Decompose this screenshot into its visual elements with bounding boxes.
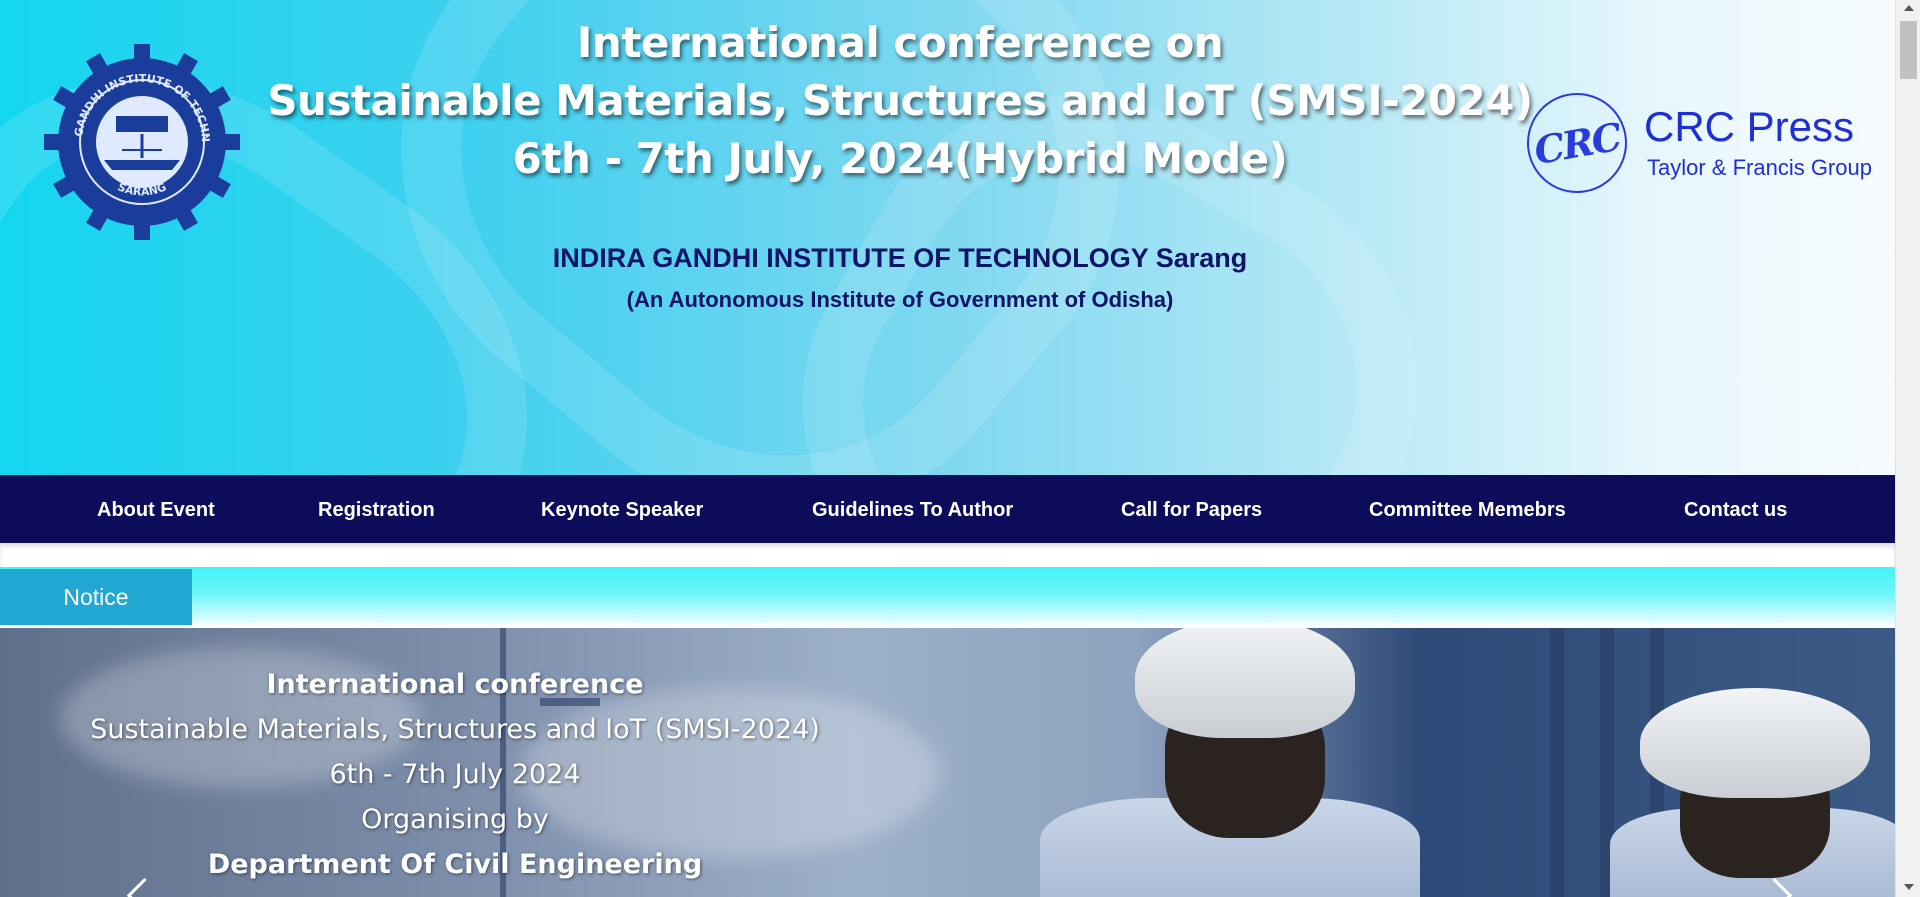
hero-line-4: Organising by <box>361 804 549 835</box>
hero-caption: International conference Sustainable Mat… <box>60 662 850 887</box>
igit-gear-seal-icon: INDIRA GANDHI INSTITUTE OF TECHNOLOGY SA… <box>37 32 240 240</box>
conference-title: International conference on Sustainable … <box>240 14 1560 188</box>
institute-subtitle: (An Autonomous Institute of Government o… <box>626 287 1174 312</box>
crc-press-logo[interactable]: CRC CRC Press Taylor & Francis Group <box>1519 85 1887 201</box>
hero-line-2: Sustainable Materials, Structures and Io… <box>90 714 820 745</box>
crc-press-name: CRC Press <box>1644 103 1855 150</box>
nav-item-committee-members[interactable]: Committee Memebrs <box>1369 499 1566 522</box>
notice-label[interactable]: Notice <box>0 569 192 625</box>
igit-logo[interactable]: INDIRA GANDHI INSTITUTE OF TECHNOLOGY SA… <box>37 32 242 242</box>
hero-line-5: Department Of Civil Engineering <box>207 849 703 880</box>
title-line-1: International conference on <box>576 18 1224 67</box>
title-line-2: Sustainable Materials, Structures and Io… <box>267 76 1533 125</box>
main-nav: About Event Registration Keynote Speaker… <box>0 475 1895 543</box>
scroll-down-arrow-icon[interactable] <box>1904 884 1914 890</box>
hero-slider: International conference Sustainable Mat… <box>0 628 1895 897</box>
nav-item-keynote-speaker[interactable]: Keynote Speaker <box>541 499 703 522</box>
scroll-thumb[interactable] <box>1900 21 1917 79</box>
notice-ticker <box>0 567 1895 627</box>
crc-press-group: Taylor & Francis Group <box>1647 155 1872 180</box>
nav-item-call-for-papers[interactable]: Call for Papers <box>1121 499 1262 522</box>
nav-item-guidelines-to-author[interactable]: Guidelines To Author <box>812 499 1013 522</box>
crc-mark-icon: CRC <box>1519 85 1635 201</box>
nav-item-about-event[interactable]: About Event <box>97 499 215 522</box>
hero-worker-helmet <box>1135 628 1355 738</box>
hero-worker-helmet <box>1640 688 1870 798</box>
hero-structure <box>1550 628 1564 897</box>
site-header: INDIRA GANDHI INSTITUTE OF TECHNOLOGY SA… <box>0 0 1895 475</box>
institute-name: INDIRA GANDHI INSTITUTE OF TECHNOLOGY Sa… <box>552 243 1248 273</box>
nav-item-contact-us[interactable]: Contact us <box>1684 499 1787 522</box>
nav-item-registration[interactable]: Registration <box>318 499 435 522</box>
hero-line-1: International conference <box>266 669 644 700</box>
nav-divider <box>0 543 1895 567</box>
hero-line-3: 6th - 7th July 2024 <box>329 759 581 790</box>
page-scrollbar[interactable] <box>1895 0 1920 897</box>
scroll-up-arrow-icon[interactable] <box>1904 5 1914 11</box>
title-line-3: 6th - 7th July, 2024(Hybrid Mode) <box>512 134 1288 183</box>
